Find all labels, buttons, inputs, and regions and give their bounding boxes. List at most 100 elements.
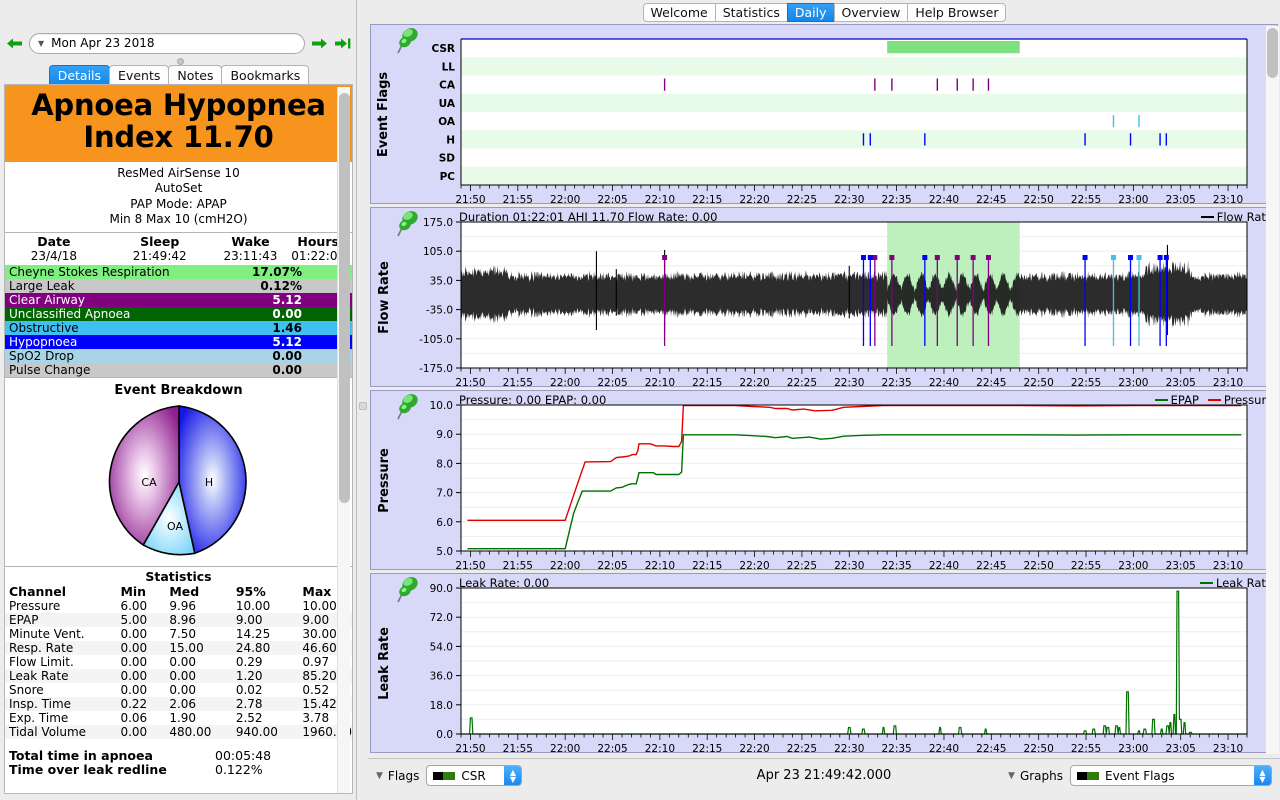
graph-event-flags[interactable]: Event Flags CSR LL CA UA OA H SD PC 21:50 21:55 22…	[370, 24, 1278, 204]
pin-icon-pressure[interactable]	[395, 393, 421, 421]
svg-text:PC: PC	[440, 171, 456, 183]
tab-events[interactable]: Events	[109, 65, 170, 85]
summary-event-value: 0.00	[272, 349, 302, 364]
tab-notes[interactable]: Notes	[168, 65, 223, 85]
statistics-value: 0.00	[120, 725, 148, 740]
graphs-dropdown[interactable]: Event Flags ▲ ▼	[1070, 765, 1272, 786]
vertical-splitter-grip[interactable]	[359, 402, 367, 410]
next-day-icon[interactable]	[311, 37, 328, 50]
svg-text:22:15: 22:15	[692, 743, 722, 753]
triangle-down-icon-flags[interactable]: ▼	[376, 771, 383, 781]
summary-header-date: Date	[37, 234, 71, 250]
summary-event-row: Unclassified Apnoea 0.00	[5, 307, 352, 322]
machine-mode-name: AutoSet	[154, 181, 203, 196]
svg-text:LL: LL	[442, 61, 456, 73]
flags-dropdown-arrows[interactable]: ▲ ▼	[504, 766, 522, 785]
statistics-channel: Snore	[9, 683, 44, 698]
statistics-value: 2.06	[169, 697, 197, 712]
svg-text:21:50: 21:50	[455, 377, 485, 387]
svg-text:72.0: 72.0	[430, 612, 453, 624]
summary-sleep: 21:49:42	[132, 249, 187, 264]
pin-icon-leak-rate[interactable]	[395, 576, 421, 604]
statistics-channel: EPAP	[9, 613, 39, 628]
summary-event-label: Pulse Change	[9, 363, 91, 378]
tab-daily[interactable]: Daily	[786, 2, 835, 22]
svg-text:22:10: 22:10	[645, 377, 675, 387]
last-day-icon[interactable]	[334, 37, 351, 50]
graphs-dropdown-arrows[interactable]: ▲ ▼	[1254, 766, 1271, 785]
flags-dropdown[interactable]: CSR ▲ ▼	[426, 765, 523, 786]
left-panel-scrollbar[interactable]	[337, 87, 350, 793]
right-graphs-panel: Welcome Statistics Daily Overview Help B…	[368, 0, 1280, 800]
leak-rate-plot: 90.0 72.0 54.0 36.0 18.0 0.021:50 21:55 22:00 22…	[430, 583, 1248, 753]
graph-leak-rate[interactable]: Leak Rate Leak Rate: 0.00 Leak Rate 90.0…	[370, 573, 1278, 753]
svg-text:22:10: 22:10	[645, 194, 675, 204]
summary-wake: 23:11:43	[223, 249, 278, 264]
svg-text:SD: SD	[439, 153, 456, 165]
svg-text:21:55: 21:55	[503, 560, 533, 570]
status-bar: ▼ Flags CSR ▲ ▼ Apr 23 21:49:42.000 ▼ Gra…	[368, 758, 1280, 792]
graphs-scrollbar[interactable]	[1266, 26, 1279, 754]
svg-text:21:55: 21:55	[503, 194, 533, 204]
totals-label: Total time in apnoea	[9, 748, 153, 764]
svg-text:22:35: 22:35	[881, 743, 911, 753]
statistics-section: Statistics Channel Min Med 95% Max Press…	[5, 566, 352, 777]
statistics-channel: Exp. Time	[9, 711, 69, 726]
tab-help-browser[interactable]: Help Browser	[907, 2, 1007, 22]
svg-text:22:00: 22:00	[550, 560, 580, 570]
svg-text:21:55: 21:55	[503, 377, 533, 387]
svg-text:22:00: 22:00	[550, 194, 580, 204]
summary-header-row: Date Sleep Wake Hours	[5, 233, 352, 249]
statistics-table: Channel Min Med 95% Max Pressure 6.00 9.96…	[5, 584, 352, 740]
svg-text:21:50: 21:50	[455, 560, 485, 570]
statistics-value: 0.02	[235, 683, 263, 698]
graph-pressure[interactable]: Pressure Pressure: 0.00 EPAP: 0.00 EPAP	[370, 390, 1278, 570]
statistics-value: 0.22	[120, 697, 148, 712]
statistics-value: 0.00	[120, 669, 148, 684]
chevron-down-icon: ▼	[38, 38, 45, 48]
triangle-down-icon-graphs[interactable]: ▼	[1008, 771, 1015, 781]
tab-statistics[interactable]: Statistics	[714, 2, 788, 22]
vertical-splitter[interactable]	[358, 0, 368, 800]
left-panel-scrollbar-thumb[interactable]	[339, 93, 350, 503]
statistics-value: 24.80	[235, 641, 271, 656]
svg-text:9.0: 9.0	[436, 429, 453, 441]
tab-overview[interactable]: Overview	[833, 2, 909, 22]
pin-icon-event-flags[interactable]	[395, 27, 421, 55]
event-flags-plot: CSR LL CA UA OA H SD PC 21:50 21:55 22:00 22:05 22:1…	[431, 38, 1248, 204]
svg-text:23:00: 23:00	[1118, 194, 1148, 204]
statistics-value: 0.00	[120, 655, 148, 670]
svg-text:105.0: 105.0	[423, 246, 453, 258]
previous-day-icon[interactable]	[6, 37, 23, 50]
date-selector[interactable]: ▼ Mon Apr 23 2018	[29, 32, 305, 54]
svg-text:-35.0: -35.0	[426, 305, 453, 317]
svg-text:22:05: 22:05	[597, 377, 627, 387]
summary-value-row: 23/4/18 21:49:42 23:11:43 01:22:01	[5, 249, 352, 265]
stats-header-channel: Channel	[9, 584, 67, 600]
summary-event-value: 5.12	[272, 335, 302, 350]
machine-model: ResMed AirSense 10	[117, 165, 240, 180]
statistics-value: 1.90	[169, 711, 197, 726]
svg-text:-175.0: -175.0	[419, 363, 453, 375]
svg-text:22:25: 22:25	[787, 377, 817, 387]
summary-event-value: 0.12%	[260, 279, 302, 294]
svg-text:22:55: 22:55	[1071, 560, 1101, 570]
graph-flow-rate[interactable]: Flow Rate Duration 01:22:01 AHI 11.70 Fl…	[370, 207, 1278, 387]
svg-text:22:50: 22:50	[1024, 743, 1054, 753]
tab-welcome[interactable]: Welcome	[642, 2, 716, 22]
svg-text:21:50: 21:50	[455, 194, 485, 204]
svg-text:22:30: 22:30	[834, 560, 864, 570]
totals-value: 00:05:48	[215, 748, 272, 764]
svg-text:5.0: 5.0	[436, 546, 453, 558]
tab-bookmarks[interactable]: Bookmarks	[221, 65, 310, 85]
details-content-area: Apnoea Hypopnea Index 11.70 ResMed AirSe…	[4, 84, 353, 794]
pin-icon-flow-rate[interactable]	[395, 210, 421, 238]
pressure-plot: 10.0 9.0 8.0 7.0 6.0 5.021:50 21:55 22:00 22:05 2…	[430, 400, 1248, 570]
svg-text:21:55: 21:55	[503, 743, 533, 753]
statistics-value: 0.29	[235, 655, 263, 670]
svg-text:90.0: 90.0	[430, 583, 453, 595]
summary-event-row: Hypopnoea 5.12	[5, 335, 352, 350]
graphs-scrollbar-thumb[interactable]	[1267, 28, 1278, 78]
statistics-value: 15.00	[169, 641, 204, 656]
tab-details[interactable]: Details	[48, 65, 111, 85]
